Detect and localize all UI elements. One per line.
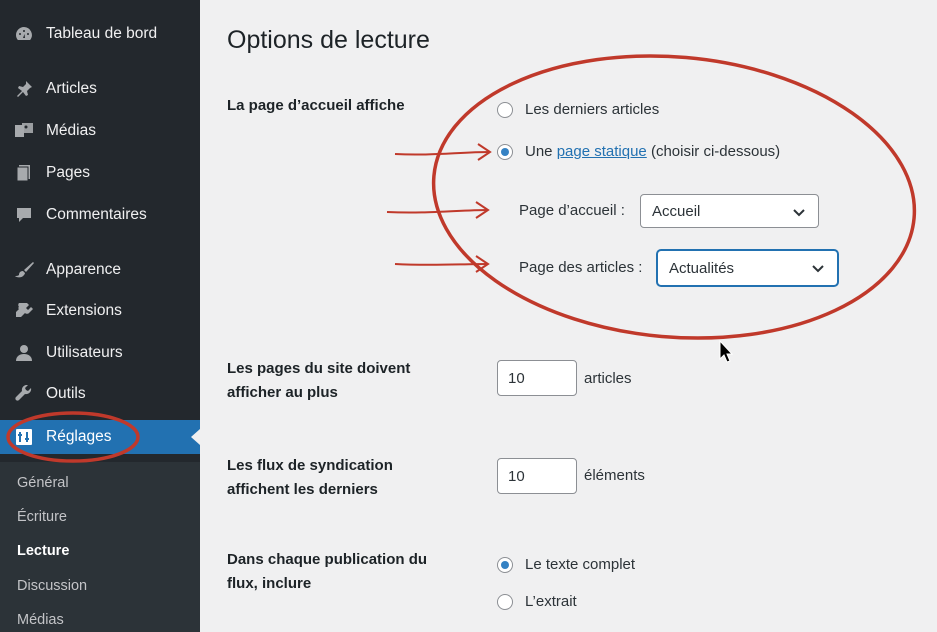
menu-label: Tableau de bord	[46, 25, 158, 42]
menu-label: Utilisateurs	[46, 344, 123, 361]
chevron-down-icon	[812, 265, 824, 273]
front-page-value: Accueil	[652, 202, 701, 220]
menu-item-reglages[interactable]: Réglages	[0, 420, 200, 454]
radio-button[interactable]	[497, 593, 513, 610]
admin-sidebar: Tableau de bord Articles Médias Pages Co…	[0, 0, 200, 632]
dashboard-icon	[12, 24, 36, 44]
front-page-label: Page d’accueil :	[519, 202, 625, 219]
radio-excerpt[interactable]: L’extrait	[497, 593, 577, 610]
menu-label: Pages	[46, 164, 90, 181]
posts-per-page-input[interactable]: 10	[497, 360, 577, 396]
feed-count-input[interactable]: 10	[497, 458, 577, 494]
radio-latest-posts[interactable]: Les derniers articles	[497, 101, 659, 118]
radio-button[interactable]	[497, 143, 513, 160]
input-value: 10	[508, 369, 525, 387]
radio-label: L’extrait	[525, 593, 577, 610]
radio-static-page[interactable]: Une page statique (choisir ci-dessous)	[497, 143, 780, 160]
mouse-cursor-icon	[719, 339, 734, 363]
front-page-select[interactable]: Accueil	[640, 194, 819, 228]
label-line: Les flux de syndication	[227, 457, 393, 474]
per-page-suffix: articles	[584, 370, 632, 387]
annotation-arrow	[394, 143, 492, 161]
active-indicator	[191, 429, 200, 445]
input-value: 10	[508, 467, 525, 485]
radio-button[interactable]	[497, 101, 513, 118]
feed-content-label: Dans chaque publication du flux, inclure	[227, 548, 427, 596]
label-line: flux, inclure	[227, 575, 312, 592]
menu-item-apparence[interactable]: Apparence	[0, 253, 200, 287]
chevron-down-icon	[793, 209, 805, 217]
media-icon	[12, 121, 36, 141]
label-line: Dans chaque publication du	[227, 551, 428, 568]
menu-label: Extensions	[46, 302, 122, 319]
annotation-arrow	[386, 201, 490, 219]
posts-page-select[interactable]: Actualités	[657, 250, 838, 286]
homepage-label: La page d’accueil affiche	[227, 97, 405, 114]
menu-item-outils[interactable]: Outils	[0, 377, 200, 411]
pin-icon	[12, 79, 36, 99]
menu-label: Commentaires	[46, 206, 147, 223]
comment-icon	[12, 205, 36, 225]
posts-page-value: Actualités	[669, 259, 735, 277]
menu-item-dashboard[interactable]: Tableau de bord	[0, 17, 200, 51]
label-line: Les pages du site doivent	[227, 360, 411, 377]
label-line: afficher au plus	[227, 384, 338, 401]
submenu-discussion[interactable]: Discussion	[17, 578, 87, 594]
brush-icon	[12, 260, 36, 280]
static-page-link[interactable]: page statique	[557, 143, 647, 160]
menu-item-medias[interactable]: Médias	[0, 114, 200, 148]
menu-item-utilisateurs[interactable]: Utilisateurs	[0, 336, 200, 370]
menu-label: Outils	[46, 385, 86, 402]
submenu-lecture[interactable]: Lecture	[17, 543, 69, 559]
pages-icon	[12, 163, 36, 183]
menu-item-extensions[interactable]: Extensions	[0, 294, 200, 328]
radio-label: Le texte complet	[525, 556, 636, 573]
user-icon	[12, 343, 36, 363]
settings-submenu: Général Écriture Lecture Discussion Médi…	[0, 462, 200, 632]
submenu-ecriture[interactable]: Écriture	[17, 509, 67, 525]
wrench-icon	[12, 384, 36, 404]
radio-button[interactable]	[497, 556, 513, 573]
menu-label: Articles	[46, 80, 97, 97]
menu-label: Réglages	[46, 428, 112, 445]
plugin-icon	[12, 301, 36, 321]
feed-count-suffix: éléments	[584, 467, 645, 484]
submenu-medias[interactable]: Médias	[17, 612, 64, 628]
menu-item-pages[interactable]: Pages	[0, 156, 200, 190]
menu-label: Médias	[46, 122, 96, 139]
annotation-arrow	[394, 255, 490, 273]
radio-label: Les derniers articles	[525, 101, 660, 118]
posts-page-label: Page des articles :	[519, 259, 643, 276]
per-page-label: Les pages du site doivent afficher au pl…	[227, 357, 410, 405]
radio-label-prefix: Une	[525, 143, 553, 160]
radio-label-suffix: (choisir ci-dessous)	[650, 143, 781, 160]
page-title: Options de lecture	[227, 26, 430, 54]
settings-icon	[12, 427, 36, 447]
label-line: affichent les derniers	[227, 481, 378, 498]
menu-item-articles[interactable]: Articles	[0, 72, 200, 106]
submenu-general[interactable]: Général	[17, 475, 69, 491]
radio-full-text[interactable]: Le texte complet	[497, 556, 635, 573]
menu-item-commentaires[interactable]: Commentaires	[0, 198, 200, 232]
menu-label: Apparence	[46, 261, 121, 278]
feed-count-label: Les flux de syndication affichent les de…	[227, 454, 393, 502]
